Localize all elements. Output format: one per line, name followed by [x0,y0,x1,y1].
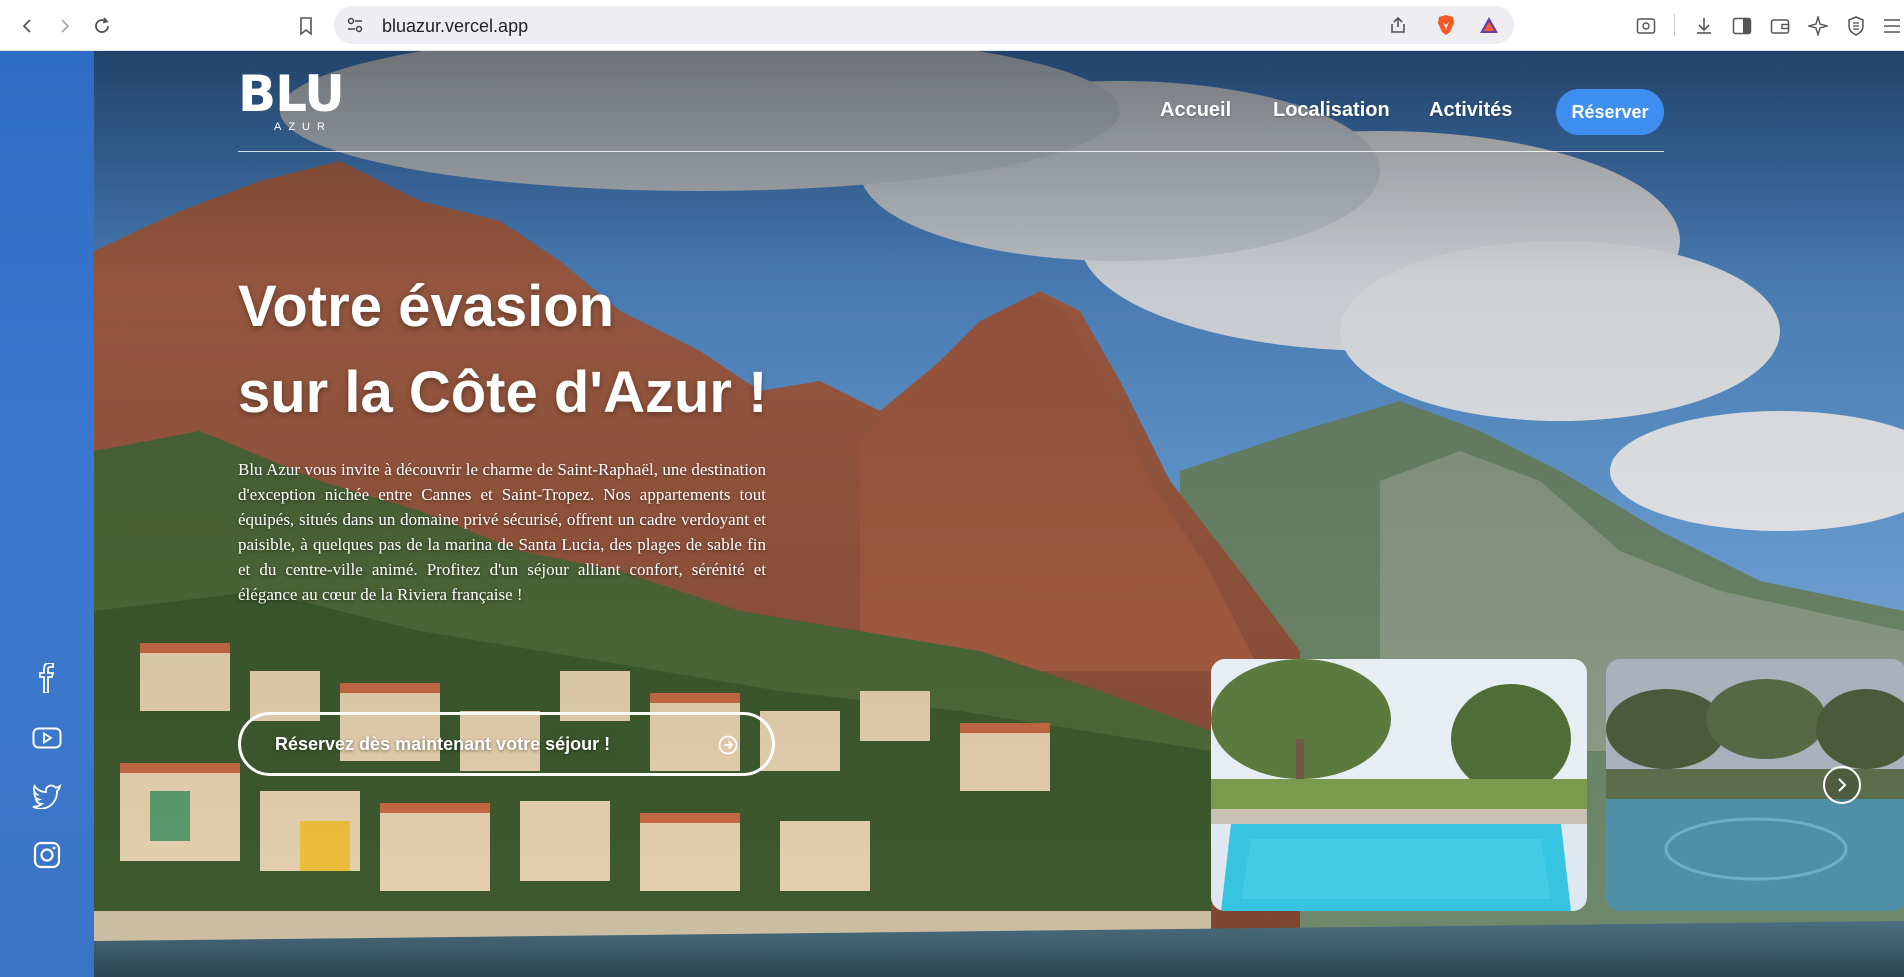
facebook-link[interactable] [30,661,64,695]
hamburger-menu-icon [1884,19,1900,33]
forward-arrow-icon [61,19,70,33]
instagram-icon [33,841,61,869]
hero-title-line2: sur la Côte d'Azur ! [238,360,768,425]
arrow-circle-right-icon [718,735,738,755]
toolbar-separator [1674,14,1675,36]
downloads-button[interactable] [1690,12,1718,40]
vpn-button[interactable] [1842,12,1870,40]
reload-icon [95,17,109,33]
back-arrow-icon [22,19,31,33]
nav-activites[interactable]: Activités [1429,99,1512,122]
address-bar[interactable]: bluazur.vercel.app [334,6,1514,44]
youtube-icon [32,727,62,749]
gallery-card-pool[interactable] [1211,659,1587,911]
reader-mode-button[interactable] [1632,12,1660,40]
instagram-link[interactable] [30,838,64,872]
reload-button[interactable] [88,12,116,40]
facebook-icon [39,663,55,693]
wallet-button[interactable] [1766,12,1794,40]
reader-mode-icon [1636,18,1656,34]
book-now-label: Réservez dès maintenant votre séjour ! [275,733,611,754]
brave-shields-icon[interactable] [1436,14,1456,36]
header-divider [238,151,1664,152]
logo-sub-text: AZUR [274,121,332,133]
site-settings-icon[interactable] [346,16,364,34]
back-button[interactable] [14,12,42,40]
youtube-link[interactable] [30,721,64,755]
wallet-icon [1770,19,1790,34]
forward-button[interactable] [50,12,78,40]
nav-localisation[interactable]: Localisation [1273,99,1390,122]
hero-section: BLU AZUR Accueil Localisation Activités … [0,51,1904,977]
book-now-button[interactable]: Réservez dès maintenant votre séjour ! [238,712,775,776]
menu-button[interactable] [1878,12,1904,40]
sidebar-icon [1732,17,1752,35]
leo-ai-button[interactable] [1804,12,1832,40]
reserve-button[interactable]: Réserver [1556,89,1664,135]
url-text[interactable]: bluazur.vercel.app [382,16,528,37]
bookmark-icon [300,17,312,36]
vpn-shield-icon [1848,16,1864,36]
chevron-right-icon [1838,778,1847,792]
logo-main-text: BLU [238,65,345,123]
sparkle-icon [1808,16,1828,36]
twitter-link[interactable] [30,779,64,813]
pool-photo [1211,659,1587,911]
sidebar-button[interactable] [1728,12,1756,40]
share-icon[interactable] [1388,15,1408,35]
brave-rewards-icon[interactable] [1478,15,1500,35]
site-logo[interactable]: BLU AZUR [238,69,378,133]
twitter-icon [32,783,62,809]
bookmark-button[interactable] [292,12,320,40]
hero-description: Blu Azur vous invite à découvrir le char… [238,460,766,604]
download-icon [1697,18,1711,34]
gallery-next-button[interactable] [1823,766,1861,804]
nav-accueil[interactable]: Accueil [1160,99,1231,122]
hero-title-line1: Votre évasion [238,274,615,339]
browser-toolbar: bluazur.vercel.app [0,0,1904,51]
